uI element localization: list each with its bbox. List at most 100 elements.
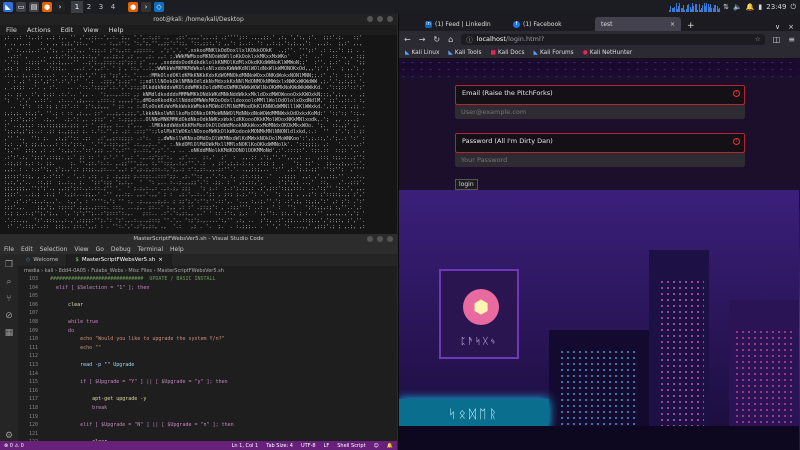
menu-go[interactable]: Go (96, 246, 104, 253)
menu-edit[interactable]: Edit (61, 26, 74, 34)
firefox-icon[interactable]: ● (42, 2, 52, 12)
code-line[interactable]: 107 (18, 309, 397, 318)
code-line[interactable]: 117 apt-get upgrade -y (18, 395, 397, 404)
problems-count[interactable]: ⊗ 0 ⚠ 0 (4, 443, 24, 449)
menu-help[interactable]: Help (109, 26, 124, 34)
code-line[interactable]: 111 echo "" (18, 344, 397, 353)
workspace-1[interactable]: 1 (71, 1, 83, 13)
code-line[interactable]: 110 echo "Would you like to upgrade the … (18, 335, 397, 344)
reload-icon[interactable]: ↻ (433, 35, 440, 44)
terminal-icon[interactable]: › (55, 2, 65, 12)
bookmark-kali-docs[interactable]: ■ Kali Docs (490, 50, 524, 56)
maximize-button[interactable] (377, 16, 383, 22)
code-line[interactable]: 114 (18, 370, 397, 379)
code-line[interactable]: 103 ############################### UPDAT… (18, 275, 397, 284)
menu-view[interactable]: View (83, 26, 98, 34)
code-editor[interactable]: 103 ############################### UPDAT… (18, 275, 397, 441)
bell-icon[interactable]: 🔔 (387, 443, 393, 449)
email-input[interactable] (455, 105, 745, 119)
tab-test[interactable]: test × (595, 17, 681, 31)
feedback-icon[interactable]: ☺ (374, 443, 379, 449)
new-tab-button[interactable]: + (683, 21, 699, 31)
tab-linkedin[interactable]: in (1) Feed | LinkedIn (419, 17, 505, 31)
code-line[interactable]: 112 (18, 352, 397, 361)
workspace-4[interactable]: 4 (107, 1, 119, 13)
menu-file[interactable]: File (6, 26, 17, 34)
code-line[interactable]: 119 (18, 413, 397, 422)
menu-terminal[interactable]: Terminal (138, 246, 163, 253)
debug-icon[interactable]: ⊘ (4, 311, 14, 321)
menu-debug[interactable]: Debug (111, 246, 131, 253)
files-icon[interactable]: ▤ (29, 2, 39, 12)
cursor-position[interactable]: Ln 1, Col 1 (232, 443, 259, 449)
code-line[interactable]: 106 clear (18, 301, 397, 310)
code-line[interactable]: 108 while true (18, 318, 397, 327)
line-ending[interactable]: LF (324, 443, 330, 449)
code-line[interactable]: 113 read -p "" Upgrade (18, 361, 397, 370)
bookmark-kali-nethunter[interactable]: ● Kali NetHunter (583, 50, 632, 56)
battery-icon[interactable]: ▮ (758, 3, 762, 11)
menu-selection[interactable]: Selection (40, 246, 68, 253)
minimize-button[interactable] (367, 16, 373, 22)
back-icon[interactable]: ← (404, 35, 411, 44)
close-button[interactable] (387, 16, 393, 22)
tab-masterscript[interactable]: $ MasterScriptFWebsVer5.sh × (67, 254, 172, 266)
home-icon[interactable]: ⌂ (448, 35, 453, 44)
password-input[interactable] (455, 153, 745, 167)
tab-welcome[interactable]: ◇ Welcome (18, 254, 68, 266)
close-tab-icon[interactable]: × (158, 257, 163, 263)
taskbar-vscode-window[interactable]: ◇ (154, 2, 164, 12)
power-icon[interactable]: ⏻ (790, 3, 796, 12)
menu-help[interactable]: Help (170, 246, 184, 253)
network-icon[interactable]: ⇅ (723, 3, 729, 11)
language-mode[interactable]: Shell Script (337, 443, 365, 449)
source-control-icon[interactable]: ⑂ (4, 294, 14, 304)
show-desktop-icon[interactable]: ▭ (16, 2, 26, 12)
list-tabs-icon[interactable]: ∨ (769, 23, 786, 31)
close-button[interactable] (387, 236, 393, 242)
search-icon[interactable]: ⌕ (4, 277, 14, 287)
menu-file[interactable]: File (4, 246, 14, 253)
breadcrumb[interactable]: media › kali › 8dd4-0A05 › Fulabs_Webs ›… (18, 266, 397, 275)
encoding[interactable]: UTF-8 (301, 443, 316, 449)
minimize-button[interactable] (367, 236, 373, 242)
kali-menu-icon[interactable]: ◣ (3, 2, 13, 12)
close-tab-icon[interactable]: × (670, 21, 675, 28)
url-bar[interactable]: ⓘ localhost/login.html? ☆ (461, 33, 765, 45)
bookmark-star-icon[interactable]: ☆ (755, 35, 765, 43)
menu-edit[interactable]: Edit (21, 246, 33, 253)
close-window-button[interactable]: × (788, 23, 800, 31)
maximize-button[interactable] (377, 236, 383, 242)
code-line[interactable]: 118 break (18, 404, 397, 413)
bookmark-kali-linux[interactable]: ◣ Kali Linux (405, 50, 439, 56)
pocket-icon[interactable]: ◫ (773, 35, 781, 44)
menu-view[interactable]: View (74, 246, 88, 253)
code-line[interactable]: 109 do (18, 327, 397, 336)
terminal-output[interactable]: ,: .,: ':,.;: ,.; :,. '' ,'.,:;..',.:. ;… (4, 35, 393, 232)
code-line[interactable]: 115 if [ $Upgrade = "Y" ] || [ $Upgrade … (18, 378, 397, 387)
volume-icon[interactable]: 🔈 (733, 3, 742, 11)
settings-gear-icon[interactable]: ⚙ (4, 431, 14, 441)
extensions-icon[interactable]: ▦ (4, 328, 14, 338)
notifications-icon[interactable]: 🔔 (746, 3, 755, 11)
code-line[interactable]: 104 elif [ $Selection = "1" ]; then (18, 284, 397, 293)
workspace-2[interactable]: 2 (83, 1, 95, 13)
clock[interactable]: 23:49 (766, 3, 786, 11)
bookmark-kali-forums[interactable]: ◣ Kali Forums (534, 50, 574, 56)
code-line[interactable]: 121 (18, 430, 397, 439)
explorer-icon[interactable]: ❐ (4, 260, 14, 270)
code-line[interactable]: 105 (18, 292, 397, 301)
forward-icon[interactable]: → (419, 35, 426, 44)
app-menu-icon[interactable]: ≡ (788, 35, 795, 44)
tab-facebook[interactable]: f (1) Facebook (507, 17, 593, 31)
code-line[interactable]: 120 elif [ $Upgrade = "N" ] || [ $Upgrad… (18, 421, 397, 430)
code-line[interactable]: 116 (18, 387, 397, 396)
workspace-3[interactable]: 3 (95, 1, 107, 13)
bookmark-kali-tools[interactable]: ◣ Kali Tools (448, 50, 481, 56)
taskbar-terminal-window[interactable]: › (141, 2, 151, 12)
login-button[interactable]: login (455, 179, 478, 190)
menu-actions[interactable]: Actions (27, 26, 51, 34)
tab-size[interactable]: Tab Size: 4 (266, 443, 293, 449)
taskbar-firefox-window[interactable]: ● (128, 2, 138, 12)
page-info-icon[interactable]: ⓘ (466, 34, 473, 44)
